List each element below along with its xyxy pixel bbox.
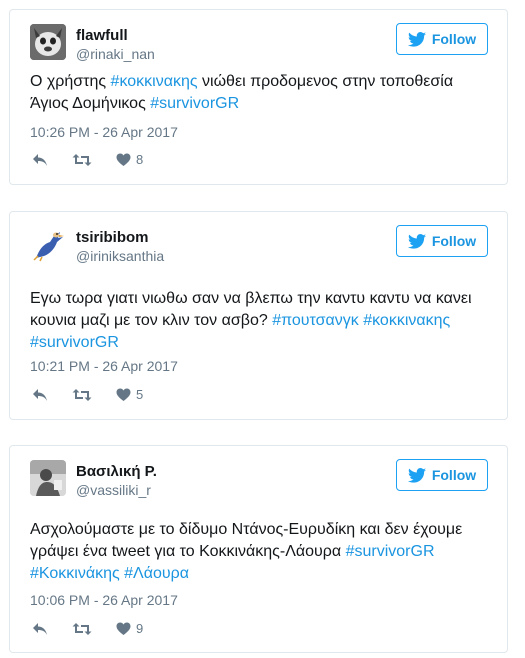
like-count: 8 [136, 152, 144, 167]
tweet-text-part: Ο χρήστης [30, 73, 111, 90]
twitter-bird-icon [407, 31, 426, 47]
reply-button[interactable] [32, 622, 48, 636]
user-handle[interactable]: @vassiliki_r [76, 482, 151, 498]
tweet-timestamp[interactable]: 10:06 PM - 26 Apr 2017 [30, 592, 178, 608]
tweet-actions: 9 [32, 621, 167, 636]
retweet-button[interactable] [72, 388, 92, 402]
like-count: 5 [136, 387, 144, 402]
like-button[interactable]: 5 [116, 387, 143, 402]
tweet-actions: 8 [32, 152, 167, 167]
hashtag-link[interactable]: #κοκκινακης [111, 73, 198, 90]
reply-icon [33, 388, 47, 401]
like-count: 9 [136, 621, 144, 636]
hashtag-link[interactable]: #survivorGR [150, 95, 239, 112]
follow-label: Follow [431, 31, 477, 47]
hashtag-link[interactable]: #Λάουρα [124, 565, 189, 582]
twitter-bird-icon [407, 233, 426, 249]
tweet-timestamp[interactable]: 10:26 PM - 26 Apr 2017 [30, 124, 178, 140]
like-button[interactable]: 8 [116, 152, 143, 167]
reply-button[interactable] [32, 153, 48, 167]
user-handle[interactable]: @iriniksanthia [76, 248, 164, 264]
hashtag-link[interactable]: #κοκκινακης [363, 312, 450, 329]
reply-button[interactable] [32, 388, 48, 402]
hashtag-link[interactable]: #survivorGR [30, 334, 119, 351]
avatar[interactable] [30, 226, 66, 262]
retweet-icon [72, 388, 92, 401]
hashtag-link[interactable]: #Κοκκινάκης [30, 565, 120, 582]
heart-icon [116, 622, 131, 635]
tweet-actions: 5 [32, 387, 167, 402]
tweet-text: Ασχολούμαστε με το δίδυμο Ντάνος-Ευρυδίκ… [30, 519, 487, 585]
follow-button[interactable]: Follow [396, 23, 488, 55]
retweet-button[interactable] [72, 153, 92, 167]
user-handle[interactable]: @rinaki_nan [76, 46, 155, 62]
tweet-card: tsiribibom @iriniksanthia Follow Εγω τωρ… [9, 211, 508, 420]
display-name[interactable]: flawfull [76, 27, 128, 44]
tweet-text: Ο χρήστης #κοκκινακης νιώθει προδομενος … [30, 71, 487, 115]
heart-icon [116, 388, 131, 401]
follow-button[interactable]: Follow [396, 459, 488, 491]
display-name[interactable]: Βασιλική Ρ. [76, 463, 157, 480]
twitter-bird-icon [407, 467, 426, 483]
tweet-card: Βασιλική Ρ. @vassiliki_r Follow Ασχολούμ… [9, 445, 508, 653]
follow-label: Follow [431, 233, 477, 249]
reply-icon [33, 622, 47, 635]
follow-label: Follow [431, 467, 477, 483]
hashtag-link[interactable]: #πουτσανγκ [272, 312, 359, 329]
like-button[interactable]: 9 [116, 621, 143, 636]
heart-icon [116, 153, 131, 166]
avatar[interactable] [30, 460, 66, 496]
retweet-icon [72, 622, 92, 635]
tweet-card: flawfull @rinaki_nan Follow Ο χρήστης #κ… [9, 9, 508, 185]
display-name[interactable]: tsiribibom [76, 229, 149, 246]
hashtag-link[interactable]: #survivorGR [346, 543, 435, 560]
reply-icon [33, 153, 47, 166]
follow-button[interactable]: Follow [396, 225, 488, 257]
tweet-timestamp[interactable]: 10:21 PM - 26 Apr 2017 [30, 358, 178, 374]
retweet-button[interactable] [72, 622, 92, 636]
avatar[interactable] [30, 24, 66, 60]
retweet-icon [72, 153, 92, 166]
tweet-text: Εγω τωρα γιατι νιωθω σαν να βλεπω την κα… [30, 288, 487, 354]
